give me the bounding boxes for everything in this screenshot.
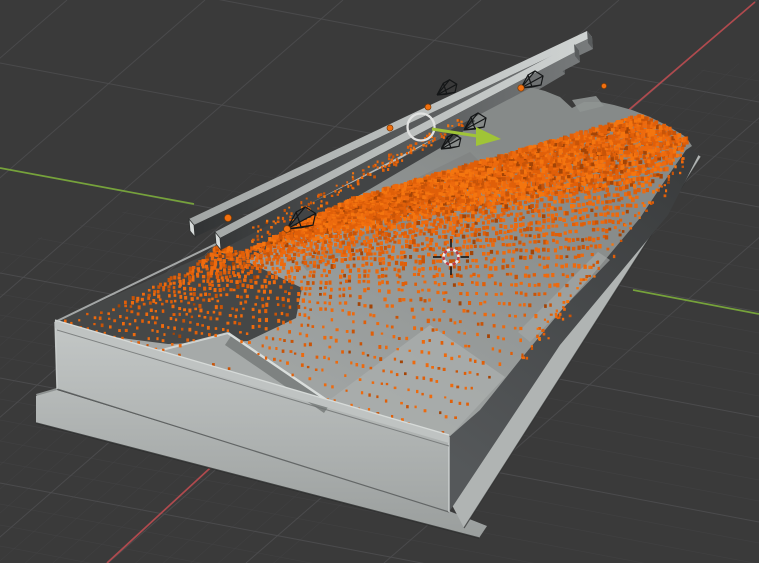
viewport-3d[interactable] <box>0 0 759 563</box>
